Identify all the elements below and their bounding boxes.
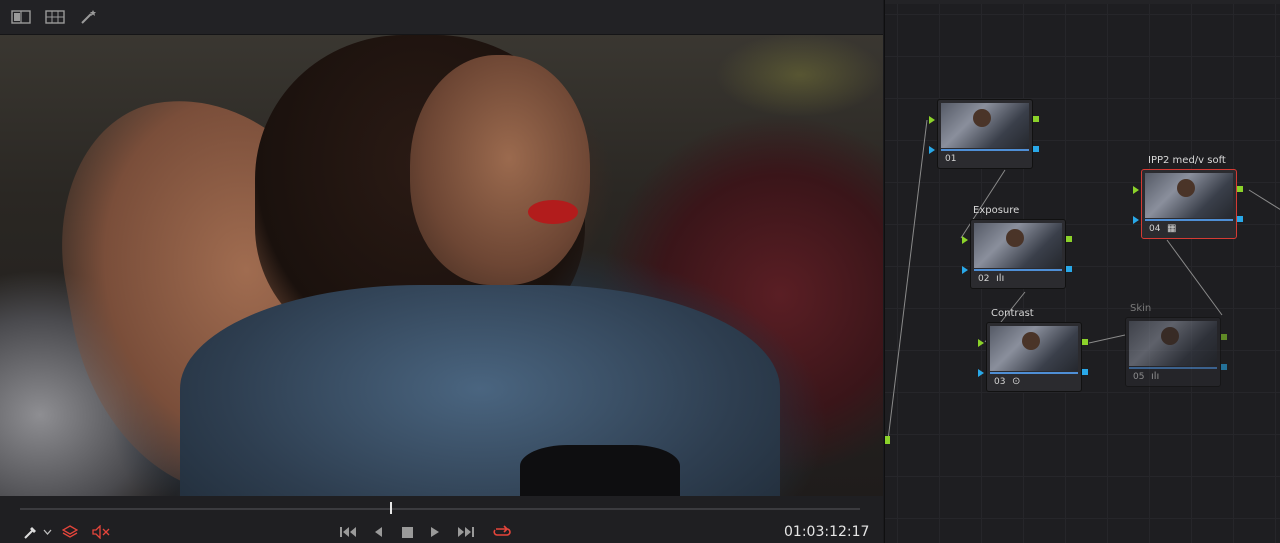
timecode: 01:03:12:17 [784, 524, 870, 540]
output-green-icon[interactable] [1221, 334, 1227, 340]
node-02[interactable]: 02 ılı [962, 219, 1072, 289]
viewer-toolbar [0, 0, 883, 35]
picker-icon[interactable] [22, 524, 40, 540]
image-jacket [180, 285, 780, 496]
node-number: 04 [1149, 224, 1161, 234]
input-green-icon[interactable] [1133, 186, 1139, 194]
image-top [520, 445, 680, 496]
loop-icon[interactable] [491, 524, 513, 540]
layers-icon[interactable] [61, 524, 79, 540]
magic-wand-icon[interactable] [78, 8, 100, 26]
lut-grid-icon: ▦ [1167, 223, 1177, 234]
node-03[interactable]: 03 ⊙ [978, 322, 1088, 392]
node-number: 01 [945, 154, 957, 164]
output-blue-icon[interactable] [1221, 364, 1227, 370]
node-label: Exposure [973, 205, 1020, 216]
node-bar [1129, 367, 1217, 369]
timeline-scrubber[interactable] [20, 508, 860, 510]
play-icon[interactable] [428, 524, 442, 540]
node-bar [1145, 219, 1233, 221]
link-source-01 [887, 119, 928, 441]
step-back-icon[interactable] [371, 524, 385, 540]
node-05[interactable]: 05 ılı [1125, 317, 1227, 387]
stop-icon[interactable] [400, 524, 414, 540]
node-thumbnail [1145, 173, 1233, 218]
node-01[interactable]: 01 [929, 99, 1039, 169]
node-04[interactable]: 04 ▦ [1133, 169, 1243, 239]
skip-end-icon[interactable] [456, 524, 476, 540]
gallery-icon[interactable] [44, 8, 66, 26]
transport-bar: 01:03:12:17 [0, 496, 883, 543]
input-blue-icon[interactable] [978, 369, 984, 377]
node-label: Contrast [991, 308, 1034, 319]
output-blue-icon[interactable] [1082, 369, 1088, 375]
viewer-image [0, 35, 883, 496]
split-screen-icon[interactable] [10, 8, 32, 26]
image-lips [528, 200, 578, 224]
node-thumbnail [974, 223, 1062, 268]
output-green-icon[interactable] [1066, 236, 1072, 242]
node-label: Skin [1130, 303, 1152, 314]
input-blue-icon[interactable] [929, 146, 935, 154]
skip-start-icon[interactable] [338, 524, 358, 540]
image-face [410, 55, 590, 285]
output-blue-icon[interactable] [1033, 146, 1039, 152]
input-blue-icon[interactable] [1133, 216, 1139, 224]
node-bar [990, 372, 1078, 374]
mute-icon[interactable] [91, 524, 111, 540]
output-green-icon[interactable] [1082, 339, 1088, 345]
input-green-icon[interactable] [962, 236, 968, 244]
node-links [885, 119, 1280, 444]
node-thumbnail [990, 326, 1078, 371]
input-green-icon[interactable] [929, 116, 935, 124]
node-number: 03 [994, 377, 1006, 387]
node-bar [974, 269, 1062, 271]
circle-icon: ⊙ [1012, 376, 1021, 387]
link-04-out [1248, 189, 1280, 210]
input-blue-icon[interactable] [962, 266, 968, 274]
link-03-05 [1088, 334, 1126, 344]
node-editor[interactable]: 01 Exposure 02 ılı Contrast 03 ⊙ IPP2 me… [884, 0, 1280, 543]
histogram-icon: ılı [996, 273, 1005, 284]
node-number: 02 [978, 274, 990, 284]
chevron-down-icon[interactable] [42, 524, 52, 540]
input-green-icon[interactable] [978, 339, 984, 347]
node-number: 05 [1133, 372, 1145, 382]
node-thumbnail [1129, 321, 1217, 366]
output-port [885, 436, 890, 444]
output-green-icon[interactable] [1033, 116, 1039, 122]
node-bar [941, 149, 1029, 151]
output-green-icon[interactable] [1237, 186, 1243, 192]
node-label: IPP2 med/v soft [1148, 155, 1226, 166]
link-05-04 [1166, 239, 1223, 316]
histogram-icon: ılı [1151, 371, 1160, 382]
output-blue-icon[interactable] [1066, 266, 1072, 272]
playhead[interactable] [389, 502, 392, 514]
node-thumbnail [941, 103, 1029, 148]
output-blue-icon[interactable] [1237, 216, 1243, 222]
